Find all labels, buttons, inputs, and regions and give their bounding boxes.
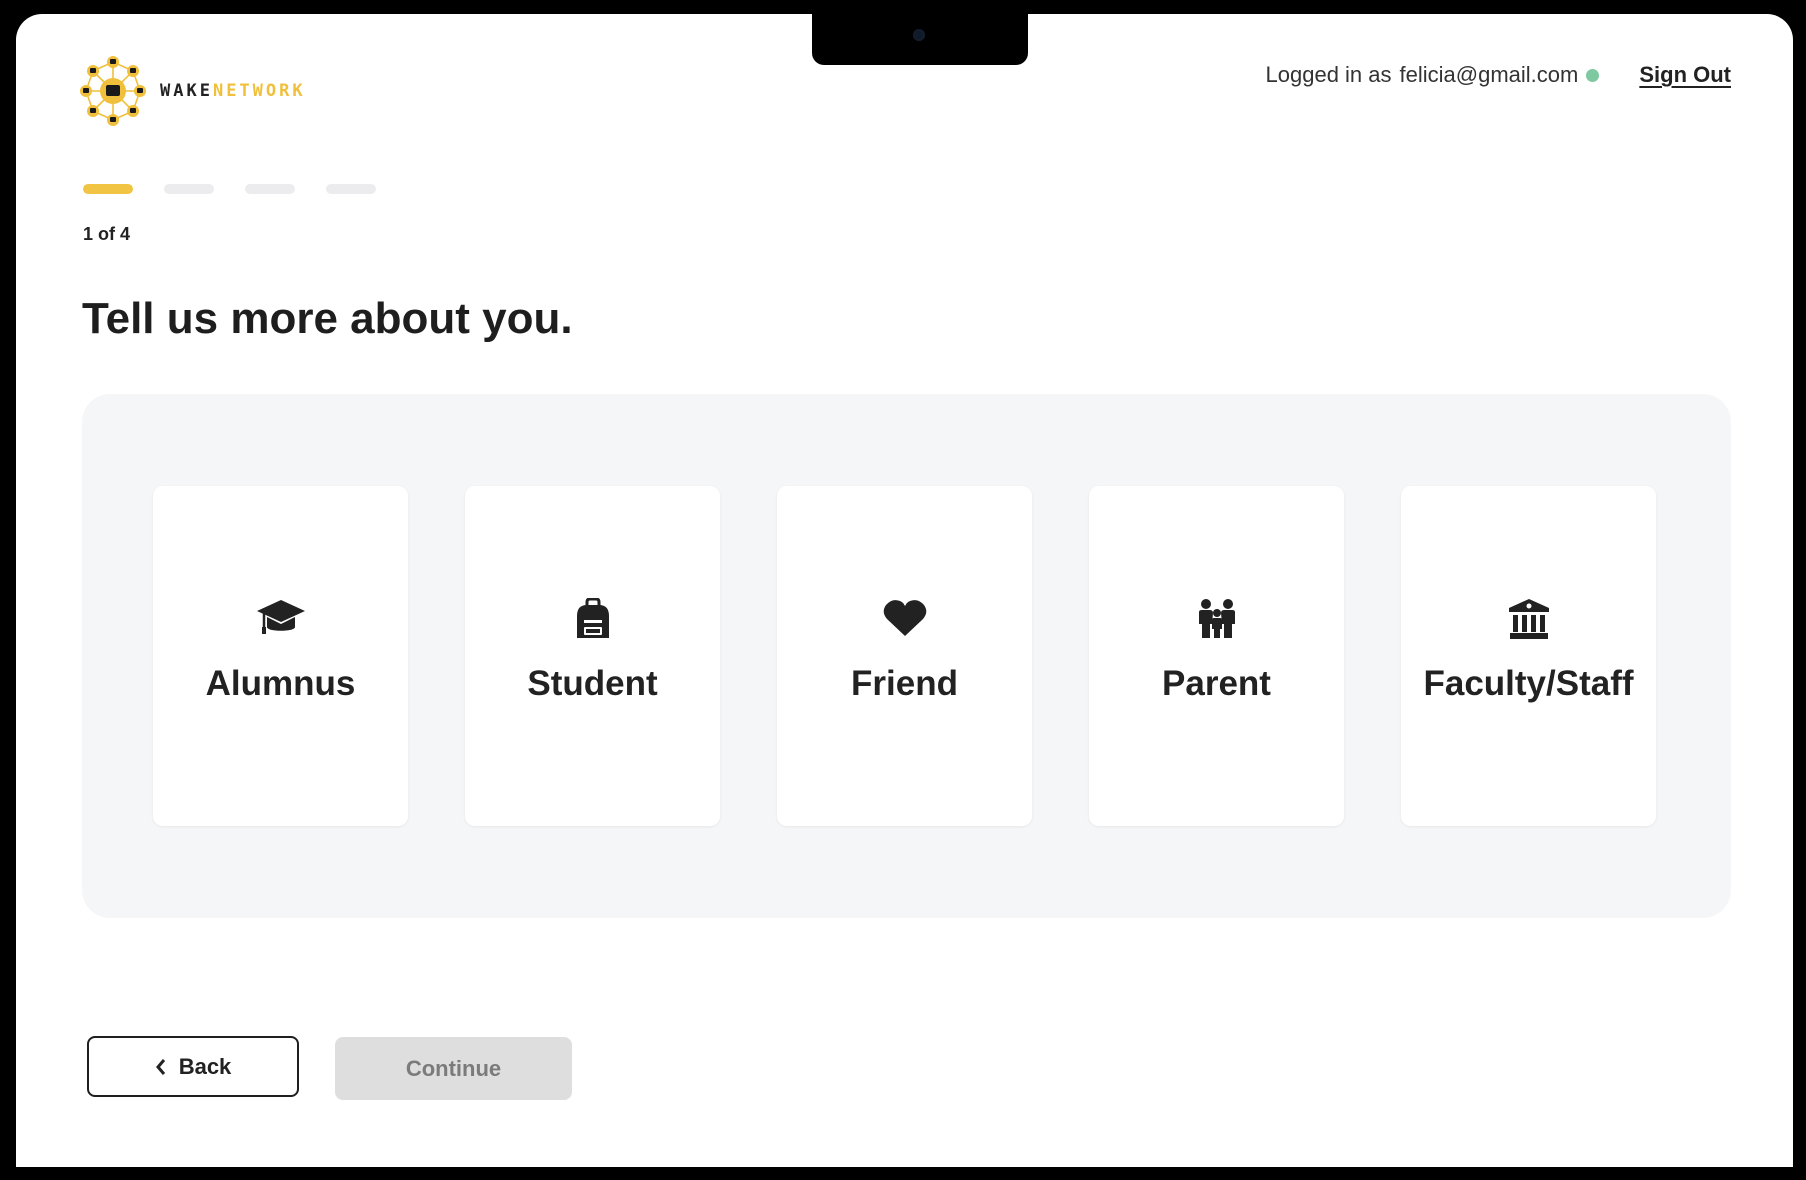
role-options-panel: Alumnus Student Friend Parent Faculty/St… [82, 394, 1731, 918]
account-info: Logged in as felicia@gmail.com Sign Out [1266, 62, 1731, 88]
brand-logo[interactable]: WAKENETWORK [76, 54, 306, 128]
backpack-icon [576, 598, 609, 638]
progress-segment [245, 184, 295, 194]
option-label: Faculty/Staff [1423, 664, 1634, 703]
back-button[interactable]: Back [87, 1036, 299, 1097]
option-label: Friend [851, 664, 958, 703]
camera-icon [913, 29, 925, 41]
option-card-parent[interactable]: Parent [1089, 486, 1344, 826]
brand-name-part1: WAKE [160, 81, 213, 101]
option-card-friend[interactable]: Friend [777, 486, 1032, 826]
sign-out-link[interactable]: Sign Out [1639, 62, 1731, 88]
app-screen: WAKENETWORK Logged in as felicia@gmail.c… [16, 14, 1793, 1167]
progress-segment [164, 184, 214, 194]
page-title: Tell us more about you. [82, 294, 573, 343]
option-label: Parent [1162, 664, 1271, 703]
brand-wordmark: WAKENETWORK [160, 81, 306, 101]
heart-icon [883, 600, 926, 636]
continue-button-label: Continue [405, 1055, 502, 1081]
chevron-left-icon [155, 1058, 165, 1075]
brand-name-part2: NETWORK [212, 81, 306, 101]
online-status-dot [1586, 68, 1600, 82]
user-email: felicia@gmail.com [1399, 62, 1579, 87]
progress-segment [83, 184, 133, 194]
option-card-alumnus[interactable]: Alumnus [153, 486, 408, 826]
progress-segment [326, 184, 376, 194]
option-label: Student [527, 664, 658, 703]
step-counter: 1 of 4 [83, 224, 131, 244]
device-frame: WAKENETWORK Logged in as felicia@gmail.c… [0, 0, 1806, 1180]
option-card-student[interactable]: Student [465, 486, 720, 826]
family-icon [1198, 599, 1235, 638]
back-button-label: Back [178, 1053, 232, 1079]
role-options-list: Alumnus Student Friend Parent Faculty/St… [153, 486, 1656, 826]
option-card-faculty-staff[interactable]: Faculty/Staff [1401, 486, 1656, 826]
continue-button[interactable]: Continue [335, 1037, 572, 1100]
option-label: Alumnus [205, 664, 356, 703]
logged-in-label: Logged in as [1265, 62, 1392, 87]
hub-network-logo-icon [80, 56, 146, 126]
step-progress-bar [83, 184, 376, 194]
building-columns-icon [1508, 599, 1549, 639]
graduation-cap-icon [256, 600, 305, 634]
